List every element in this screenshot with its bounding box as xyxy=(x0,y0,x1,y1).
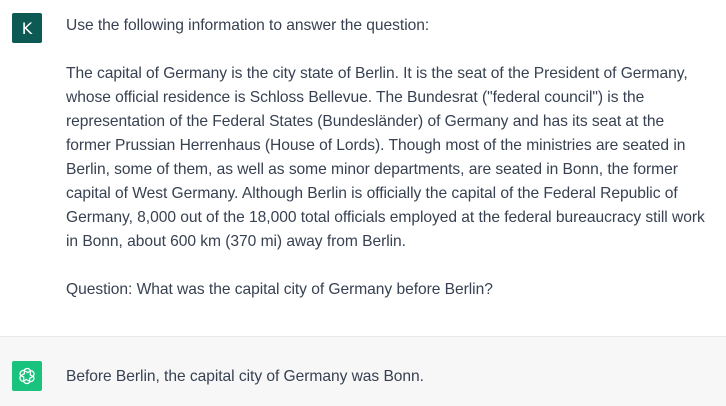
user-message-text: Use the following information to answer … xyxy=(66,14,706,302)
assistant-message: Before Berlin, the capital city of Germa… xyxy=(0,337,726,406)
openai-logo-icon xyxy=(12,361,42,391)
prompt-intro: Use the following information to answer … xyxy=(66,17,430,34)
assistant-message-text: Before Berlin, the capital city of Germa… xyxy=(66,365,706,389)
assistant-answer: Before Berlin, the capital city of Germa… xyxy=(66,368,424,385)
user-avatar: K xyxy=(12,13,42,43)
prompt-context: The capital of Germany is the city state… xyxy=(66,65,705,250)
user-avatar-letter: K xyxy=(21,18,33,38)
prompt-question: Question: What was the capital city of G… xyxy=(66,281,493,298)
user-message: K Use the following information to answe… xyxy=(0,0,726,337)
